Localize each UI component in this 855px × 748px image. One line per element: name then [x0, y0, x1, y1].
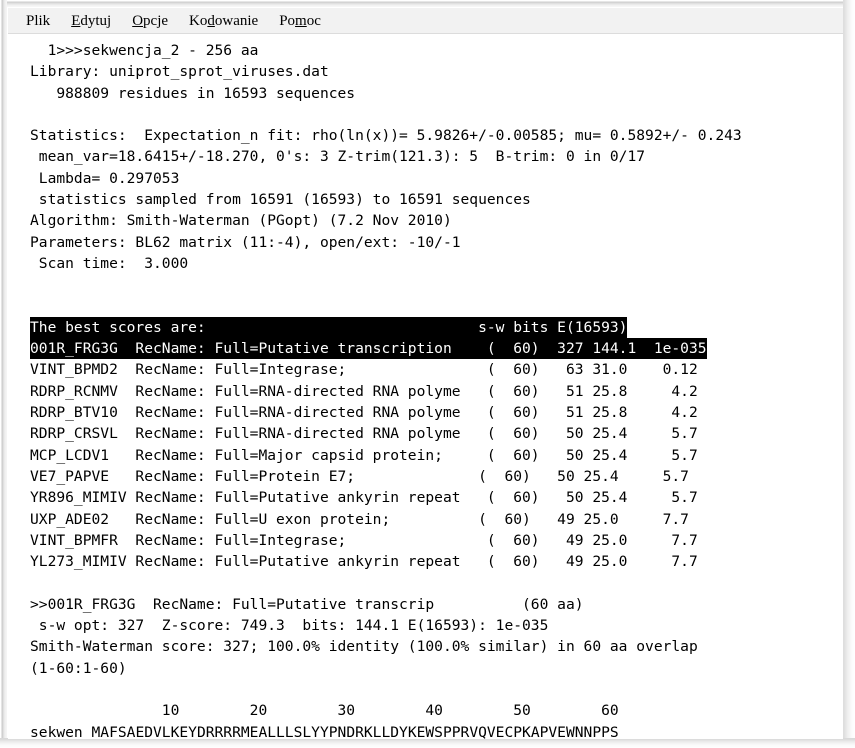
query-sequence-label: sekwen: [30, 723, 83, 740]
table-row[interactable]: VINT_BPMFR RecName: Full=Integrase; ( 60…: [30, 530, 843, 551]
menu-item-file-after: lik: [34, 12, 51, 29]
library-size-line: 988809 residues in 16593 sequences: [30, 84, 356, 102]
table-row[interactable]: RDRP_RCNMV RecName: Full=RNA-directed RN…: [30, 381, 843, 402]
table-row[interactable]: RDRP_CRSVL RecName: Full=RNA-directed RN…: [30, 423, 843, 444]
statistics-line: Statistics: Expectation_n fit: rho(ln(x)…: [30, 127, 742, 145]
menu-item-options-after: pcje: [143, 12, 169, 29]
window-frame-right: [843, 0, 855, 748]
window-frame-bottom: [0, 738, 855, 748]
alignment-summary-line: Smith-Waterman score: 327; 100.0% identi…: [30, 638, 698, 656]
menu-item-help-before: Po: [279, 12, 296, 29]
application-window: Plik Edytuj Opcje Kodowanie Pomoc 1>>>se…: [0, 0, 855, 748]
table-row[interactable]: YR896_MIMIV RecName: Full=Putative ankyr…: [30, 487, 843, 508]
table-row[interactable]: MCP_LCDV1 RecName: Full=Major capsid pro…: [30, 445, 843, 466]
menu-item-encoding[interactable]: Kodowanie: [179, 10, 269, 32]
menu-item-encoding-after: owanie: [214, 12, 259, 29]
algorithm-line: Algorithm: Smith-Waterman (PGopt) (7.2 N…: [30, 212, 452, 230]
table-row[interactable]: YL273_MIMIV RecName: Full=Putative ankyr…: [30, 551, 843, 572]
table-row[interactable]: UXP_ADE02 RecName: Full=U exon protein; …: [30, 509, 843, 530]
query-sequence: MAFSAEDVLKEYDRRRRMEALLLSLYYPNDRKLLDYKEWS…: [91, 723, 619, 740]
window-frame-left: [0, 0, 7, 748]
alignment-header-line: >>001R_FRG3G RecName: Full=Putative tran…: [30, 595, 584, 613]
menu-item-help-after: oc: [306, 12, 321, 29]
alignment-scores-line: s-w opt: 327 Z-score: 749.3 bits: 144.1 …: [30, 617, 549, 635]
result-row-0[interactable]: 001R_FRG3G RecName: Full=Putative transc…: [30, 338, 707, 360]
table-row[interactable]: VINT_BPMD2 RecName: Full=Integrase; ( 60…: [30, 359, 843, 380]
parameters-line: Parameters: BL62 matrix (11:-4), open/ex…: [30, 233, 461, 251]
menu-item-help-mnemonic: m: [295, 12, 307, 29]
lambda-line: Lambda= 0.297053: [30, 169, 180, 187]
library-line: Library: uniprot_sprot_viruses.dat: [30, 63, 329, 81]
menu-item-edit-mnemonic: E: [71, 12, 81, 29]
ruler-top: 10 20 30 40 50 60: [30, 702, 619, 720]
menu-item-options[interactable]: Opcje: [122, 10, 179, 32]
window-frame-top: [0, 0, 855, 7]
alignment-range-line: (1-60:1-60): [30, 659, 127, 677]
table-row[interactable]: 001R_FRG3G RecName: Full=Putative transc…: [30, 338, 843, 360]
menu-item-edit[interactable]: Edytuj: [61, 10, 122, 32]
best-scores-header-text: The best scores are: s-w bits E(16593): [30, 316, 628, 339]
menu-item-edit-after: dytuj: [80, 12, 112, 29]
menu-item-file[interactable]: Plik: [16, 10, 61, 32]
menu-item-encoding-before: Ko: [189, 12, 208, 29]
menu-item-help[interactable]: Pomoc: [269, 10, 332, 32]
spacer-2: [30, 274, 843, 295]
spacer-1: [30, 104, 843, 125]
fasta-report: 1>>>sekwencja_2 - 256 aa Library: uniprot…: [8, 34, 843, 739]
statistics-sampled-line: statistics sampled from 16591 (16593) to…: [30, 191, 531, 209]
mean-var-line: mean_var=18.6415+/-18.270, 0's: 3 Z-trim…: [30, 148, 646, 166]
menu-item-options-mnemonic: O: [132, 12, 144, 29]
best-scores-header-row: The best scores are: s-w bits E(16593): [30, 316, 843, 339]
menu-item-encoding-mnemonic: d: [207, 12, 215, 29]
scan-time-line: Scan time: 3.000: [30, 254, 189, 272]
spacer-3: [30, 296, 843, 317]
spacer-5: [30, 679, 843, 700]
menubar: Plik Edytuj Opcje Kodowanie Pomoc: [8, 8, 843, 34]
query-line: 1>>>sekwencja_2 - 256 aa: [30, 42, 259, 59]
text-output-area[interactable]: 1>>>sekwencja_2 - 256 aa Library: uniprot…: [8, 34, 843, 739]
table-row[interactable]: VE7_PAPVE RecName: Full=Protein E7; ( 60…: [30, 466, 843, 487]
query-alignment-line: sekwen MAFSAEDVLKEYDRRRRMEALLLSLYYPNDRKL…: [30, 722, 843, 740]
table-row[interactable]: RDRP_BTV10 RecName: Full=RNA-directed RN…: [30, 402, 843, 423]
spacer-4: [30, 572, 843, 593]
